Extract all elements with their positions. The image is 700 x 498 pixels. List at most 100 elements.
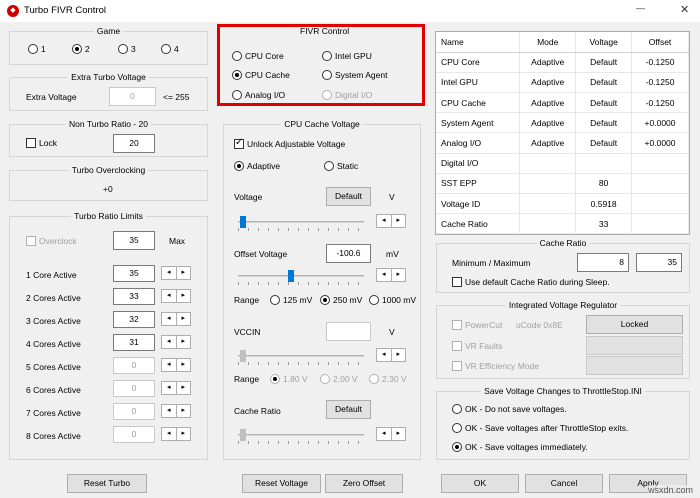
save-option-no-save[interactable]: OK - Do not save voltages.	[452, 404, 567, 414]
chevron-left-icon[interactable]: ◂	[162, 313, 177, 325]
non-turbo-field[interactable]: 20	[113, 134, 155, 153]
ratio-row-spin[interactable]: ◂ ▸	[161, 335, 191, 349]
cache-ratio-max-field[interactable]: 35	[636, 253, 682, 272]
ratio-row-spin[interactable]: ◂ ▸	[161, 404, 191, 418]
table-row[interactable]: SST EPP 80	[436, 173, 689, 195]
table-header[interactable]: Name	[436, 32, 521, 53]
ratio-row-field[interactable]: 31	[113, 334, 155, 351]
voltage-slider-thumb[interactable]	[240, 216, 246, 228]
chevron-right-icon[interactable]: ▸	[177, 267, 191, 279]
cache-ratio-spin[interactable]: ◂ ▸	[376, 427, 406, 441]
cache-ratio-min-field[interactable]: 8	[577, 253, 629, 272]
chevron-left-icon[interactable]: ◂	[162, 290, 177, 302]
vr-faults-button[interactable]	[586, 336, 683, 355]
ratio-row-spin[interactable]: ◂ ▸	[161, 266, 191, 280]
offset-slider[interactable]	[238, 270, 364, 285]
game-option-3[interactable]: 3	[118, 44, 136, 54]
default-cache-ratio-checkbox[interactable]: Use default Cache Ratio during Sleep.	[452, 277, 610, 287]
cache-ratio-button[interactable]: Default	[326, 400, 371, 419]
extra-voltage-field[interactable]: 0	[109, 87, 156, 106]
chevron-right-icon[interactable]: ▸	[177, 382, 191, 394]
chevron-right-icon[interactable]: ▸	[392, 428, 406, 440]
table-row[interactable]: System Agent Adaptive Default +0.0000	[436, 112, 689, 134]
vccin-field[interactable]	[326, 322, 371, 341]
save-option-after-exit[interactable]: OK - Save voltages after ThrottleStop ex…	[452, 423, 628, 433]
table-header[interactable]: Offset	[631, 32, 689, 53]
vr-faults-checkbox[interactable]: VR Faults	[452, 341, 502, 351]
table-row[interactable]: Digital I/O	[436, 153, 689, 174]
ratio-row-field[interactable]: 0	[113, 357, 155, 374]
fivr-digital-io[interactable]: Digital I/O	[322, 90, 372, 100]
vr-efficiency-button[interactable]	[586, 356, 683, 375]
cancel-button[interactable]: Cancel	[525, 474, 603, 493]
vccin-range-180[interactable]: 1.80 V	[270, 374, 308, 384]
ratio-row-spin[interactable]: ◂ ▸	[161, 289, 191, 303]
table-row[interactable]: CPU Core Adaptive Default -0.1250	[436, 52, 689, 73]
fivr-system-agent[interactable]: System Agent	[322, 70, 387, 80]
reset-voltage-button[interactable]: Reset Voltage	[242, 474, 321, 493]
vccin-slider[interactable]	[238, 350, 364, 365]
ratio-row-spin[interactable]: ◂ ▸	[161, 427, 191, 441]
voltage-slider[interactable]	[238, 216, 364, 231]
chevron-right-icon[interactable]: ▸	[392, 269, 406, 281]
save-option-immediately[interactable]: OK - Save voltages immediately.	[452, 442, 588, 452]
offset-voltage-field[interactable]: -100.6	[326, 244, 371, 263]
chevron-left-icon[interactable]: ◂	[162, 267, 177, 279]
chevron-left-icon[interactable]: ◂	[162, 359, 177, 371]
chevron-left-icon[interactable]: ◂	[377, 349, 392, 361]
ratio-row-field[interactable]: 32	[113, 311, 155, 328]
game-option-1[interactable]: 1	[28, 44, 46, 54]
fivr-cpu-core[interactable]: CPU Core	[232, 51, 284, 61]
table-header[interactable]: Voltage	[575, 32, 633, 53]
chevron-right-icon[interactable]: ▸	[177, 290, 191, 302]
game-option-2[interactable]: 2	[72, 44, 90, 54]
chevron-left-icon[interactable]: ◂	[162, 405, 177, 417]
chevron-left-icon[interactable]: ◂	[377, 269, 392, 281]
vccin-spin[interactable]: ◂ ▸	[376, 348, 406, 362]
table-row[interactable]: Analog I/O Adaptive Default +0.0000	[436, 132, 689, 154]
voltage-spin[interactable]: ◂ ▸	[376, 214, 406, 228]
chevron-right-icon[interactable]: ▸	[177, 405, 191, 417]
overclock-field[interactable]: 35	[113, 231, 155, 250]
unlock-voltage-checkbox[interactable]: Unlock Adjustable Voltage	[234, 137, 345, 149]
chevron-right-icon[interactable]: ▸	[392, 215, 406, 227]
table-row[interactable]: Voltage ID 0.5918	[436, 193, 689, 215]
close-icon[interactable]: ✕	[680, 3, 689, 16]
ok-button[interactable]: OK	[441, 474, 519, 493]
chevron-right-icon[interactable]: ▸	[177, 336, 191, 348]
fivr-cpu-cache[interactable]: CPU Cache	[232, 70, 290, 80]
chevron-left-icon[interactable]: ◂	[162, 336, 177, 348]
cache-ratio-slider-thumb[interactable]	[240, 429, 246, 441]
locked-button[interactable]: Locked	[586, 315, 683, 334]
vccin-range-200[interactable]: 2.00 V	[320, 374, 358, 384]
chevron-left-icon[interactable]: ◂	[377, 428, 392, 440]
ratio-row-spin[interactable]: ◂ ▸	[161, 381, 191, 395]
chevron-left-icon[interactable]: ◂	[377, 215, 392, 227]
table-row[interactable]: Cache Ratio 33	[436, 213, 689, 234]
offset-spin[interactable]: ◂ ▸	[376, 268, 406, 282]
ratio-row-field[interactable]: 33	[113, 288, 155, 305]
overclock-checkbox[interactable]: Overclock	[26, 236, 77, 246]
adaptive-radio[interactable]: Adaptive	[234, 161, 280, 171]
range-250[interactable]: 250 mV	[320, 295, 362, 305]
vccin-range-230[interactable]: 2.30 V	[369, 374, 407, 384]
zero-offset-button[interactable]: Zero Offset	[325, 474, 403, 493]
chevron-right-icon[interactable]: ▸	[177, 428, 191, 440]
lock-checkbox[interactable]: Lock	[26, 138, 57, 148]
chevron-right-icon[interactable]: ▸	[177, 359, 191, 371]
voltage-value-button[interactable]: Default	[326, 187, 371, 206]
ratio-row-field[interactable]: 35	[113, 265, 155, 282]
game-option-4[interactable]: 4	[161, 44, 179, 54]
ratio-row-field[interactable]: 0	[113, 403, 155, 420]
static-radio[interactable]: Static	[324, 161, 358, 171]
table-row[interactable]: Intel GPU Adaptive Default -0.1250	[436, 72, 689, 94]
table-row[interactable]: CPU Cache Adaptive Default -0.1250	[436, 92, 689, 114]
ratio-row-spin[interactable]: ◂ ▸	[161, 358, 191, 372]
vr-efficiency-checkbox[interactable]: VR Efficiency Mode	[452, 361, 539, 371]
table-header[interactable]: Mode	[519, 32, 577, 53]
range-125[interactable]: 125 mV	[270, 295, 312, 305]
chevron-right-icon[interactable]: ▸	[392, 349, 406, 361]
reset-turbo-button[interactable]: Reset Turbo	[67, 474, 147, 493]
powercut-checkbox[interactable]: PowerCut	[452, 320, 502, 330]
chevron-left-icon[interactable]: ◂	[162, 382, 177, 394]
